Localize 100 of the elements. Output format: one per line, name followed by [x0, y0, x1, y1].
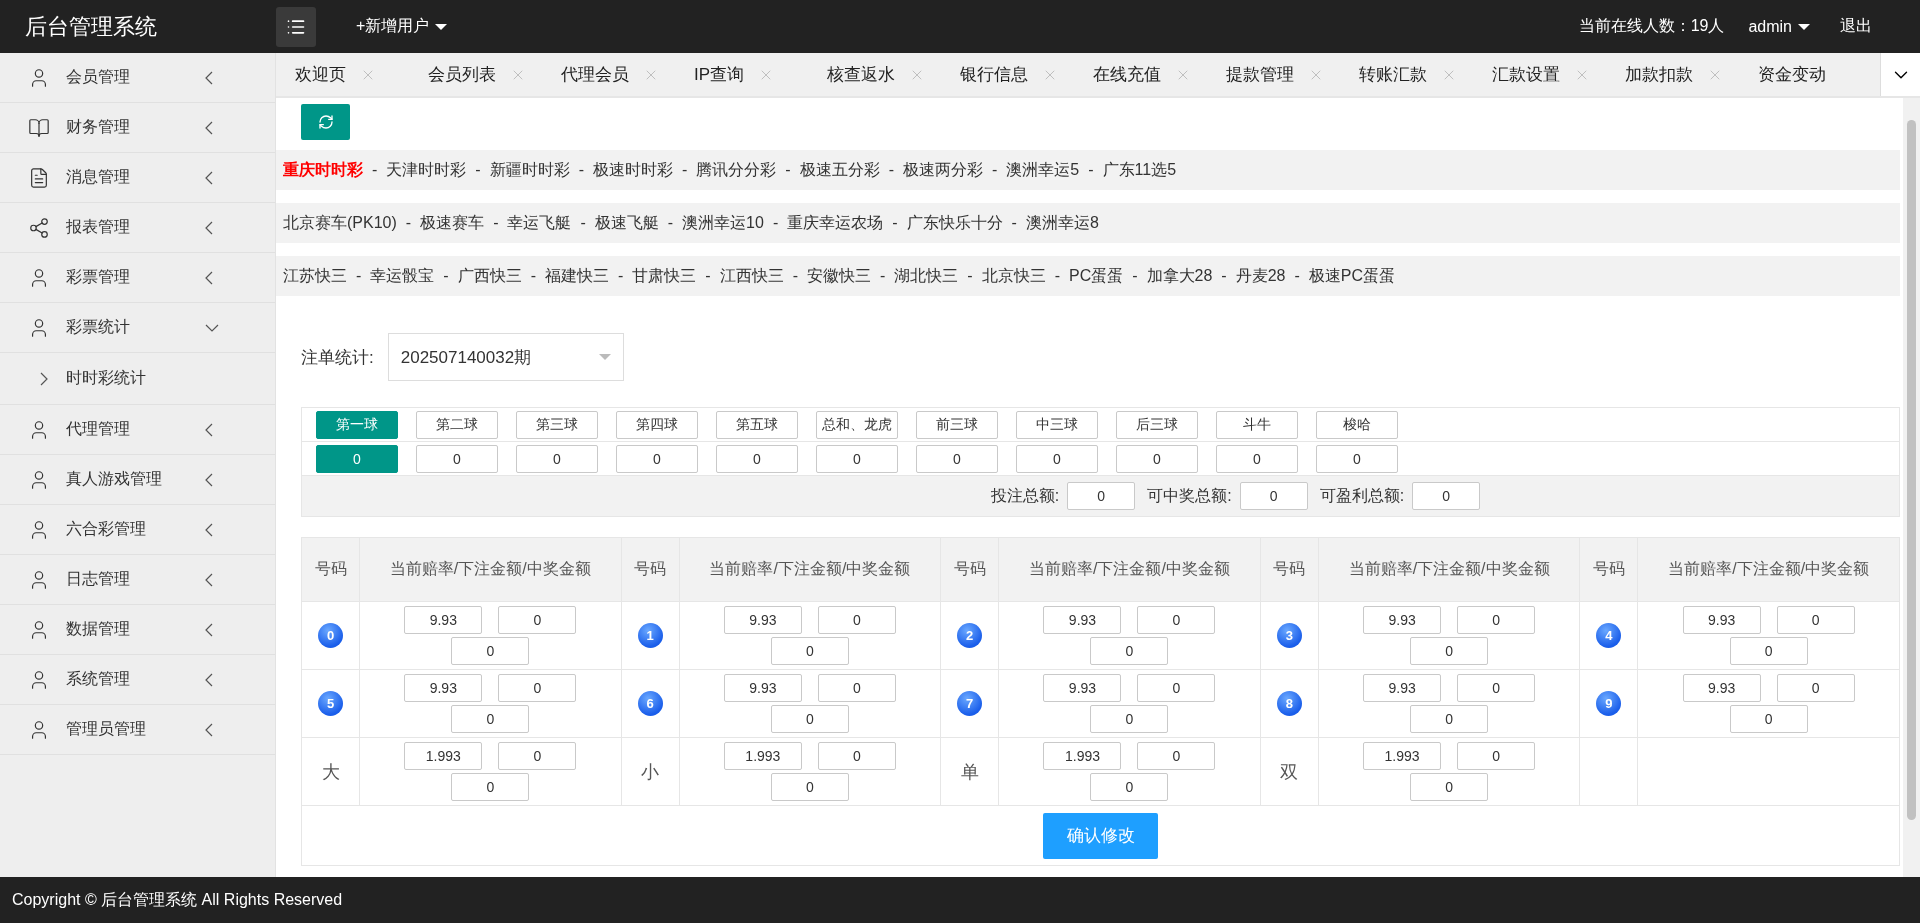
lottery-link[interactable]: 极速飞艇: [594, 212, 659, 234]
bet-field[interactable]: 0: [1457, 674, 1536, 702]
page-tab[interactable]: 提款管理: [1207, 53, 1340, 96]
menu-button[interactable]: [276, 6, 316, 47]
odds-field[interactable]: 9.93: [723, 606, 802, 634]
amount-field[interactable]: 0: [1116, 444, 1198, 473]
bet-field[interactable]: 0: [817, 742, 896, 770]
bet-field[interactable]: 0: [1776, 674, 1855, 702]
odds-field[interactable]: 9.93: [1682, 606, 1761, 634]
odds-field[interactable]: 9.93: [1682, 674, 1761, 702]
win-field[interactable]: 0: [1090, 637, 1169, 665]
lottery-link[interactable]: 幸运骰宝: [370, 265, 435, 287]
bet-field[interactable]: 0: [498, 674, 577, 702]
bet-field[interactable]: 0: [817, 606, 896, 634]
lottery-link[interactable]: 安徽快三: [806, 265, 871, 287]
total-field[interactable]: 0: [1239, 482, 1308, 510]
win-field[interactable]: 0: [770, 705, 849, 733]
bet-field[interactable]: 0: [1137, 674, 1216, 702]
sidebar-item[interactable]: 彩票统计: [0, 303, 275, 353]
ball-tab[interactable]: 后三球: [1116, 410, 1198, 439]
bet-field[interactable]: 0: [498, 606, 577, 634]
lottery-link[interactable]: 江苏快三: [283, 265, 347, 287]
win-field[interactable]: 0: [1410, 773, 1489, 801]
odds-field[interactable]: 1.993: [723, 742, 802, 770]
bet-field[interactable]: 0: [1776, 606, 1855, 634]
odds-field[interactable]: 9.93: [1043, 606, 1122, 634]
amount-field[interactable]: 0: [1016, 444, 1098, 473]
lottery-link[interactable]: 澳洲幸运8: [1025, 212, 1099, 234]
add-user-link[interactable]: +新增用户: [356, 16, 448, 37]
page-tab[interactable]: 银行信息: [941, 53, 1074, 96]
lottery-link[interactable]: 丹麦28: [1235, 265, 1286, 287]
lottery-link[interactable]: 北京快三: [981, 265, 1046, 287]
odds-field[interactable]: 1.993: [404, 742, 483, 770]
tabs-dropdown-button[interactable]: [1880, 53, 1920, 96]
amount-field[interactable]: 0: [1216, 444, 1298, 473]
total-field[interactable]: 0: [1412, 482, 1481, 510]
sidebar-item[interactable]: 六合彩管理: [0, 505, 275, 555]
odds-field[interactable]: 9.93: [404, 606, 483, 634]
ball-tab[interactable]: 第三球: [516, 410, 598, 439]
win-field[interactable]: 0: [1090, 705, 1169, 733]
odds-field[interactable]: 9.93: [723, 674, 802, 702]
ball-tab[interactable]: 梭哈: [1316, 410, 1398, 439]
amount-field[interactable]: 0: [516, 444, 598, 473]
page-tab[interactable]: 资金变动: [1739, 53, 1872, 96]
period-select[interactable]: 202507140032期: [387, 333, 624, 381]
lottery-link[interactable]: 重庆时时彩: [283, 159, 363, 181]
sidebar-item[interactable]: 代理管理: [0, 405, 275, 455]
page-tab[interactable]: 在线充值: [1074, 53, 1207, 96]
lottery-link[interactable]: 湖北快三: [894, 265, 959, 287]
win-field[interactable]: 0: [770, 637, 849, 665]
amount-field[interactable]: 0: [416, 444, 498, 473]
ball-tab[interactable]: 斗牛: [1216, 410, 1298, 439]
bet-field[interactable]: 0: [1457, 742, 1536, 770]
win-field[interactable]: 0: [1410, 637, 1489, 665]
lottery-link[interactable]: 极速两分彩: [902, 159, 983, 181]
logout-link[interactable]: 退出: [1840, 16, 1872, 37]
page-tab[interactable]: 会员列表: [409, 53, 542, 96]
win-field[interactable]: 0: [1090, 773, 1169, 801]
odds-field[interactable]: 9.93: [1043, 674, 1122, 702]
lottery-link[interactable]: 广西快三: [457, 265, 522, 287]
ball-tab[interactable]: 第二球: [416, 410, 498, 439]
lottery-link[interactable]: 极速PC蛋蛋: [1308, 265, 1395, 287]
page-tab[interactable]: IP查询: [675, 53, 808, 96]
win-field[interactable]: 0: [451, 705, 530, 733]
ball-tab[interactable]: 第一球: [316, 410, 398, 439]
user-menu[interactable]: admin: [1748, 17, 1810, 36]
lottery-link[interactable]: 天津时时彩: [386, 159, 467, 181]
page-tab[interactable]: 代理会员: [542, 53, 675, 96]
page-tab[interactable]: 欢迎页: [276, 53, 409, 96]
odds-field[interactable]: 9.93: [1363, 606, 1442, 634]
sidebar-item[interactable]: 报表管理: [0, 203, 275, 253]
lottery-link[interactable]: 新疆时时彩: [489, 159, 570, 181]
win-field[interactable]: 0: [451, 773, 530, 801]
lottery-link[interactable]: 广东11选5: [1102, 159, 1177, 181]
lottery-link[interactable]: 极速五分彩: [799, 159, 880, 181]
amount-field[interactable]: 0: [316, 444, 398, 473]
sidebar-item[interactable]: 财务管理: [0, 103, 275, 153]
page-tab[interactable]: 转账汇款: [1340, 53, 1473, 96]
win-field[interactable]: 0: [1410, 705, 1489, 733]
lottery-link[interactable]: 福建快三: [545, 265, 609, 287]
lottery-link[interactable]: 澳洲幸运5: [1006, 159, 1080, 181]
sidebar-item[interactable]: 彩票管理: [0, 253, 275, 303]
win-field[interactable]: 0: [451, 637, 530, 665]
lottery-link[interactable]: PC蛋蛋: [1068, 265, 1124, 287]
lottery-link[interactable]: 极速时时彩: [593, 159, 673, 181]
lottery-link[interactable]: 腾讯分分彩: [696, 159, 777, 181]
amount-field[interactable]: 0: [916, 444, 998, 473]
ball-tab[interactable]: 前三球: [916, 410, 998, 439]
odds-field[interactable]: 9.93: [404, 674, 483, 702]
scrollbar[interactable]: [1903, 98, 1920, 877]
win-field[interactable]: 0: [1729, 637, 1808, 665]
amount-field[interactable]: 0: [616, 444, 698, 473]
sidebar-item[interactable]: 系统管理: [0, 655, 275, 705]
ball-tab[interactable]: 第五球: [716, 410, 798, 439]
ball-tab[interactable]: 第四球: [616, 410, 698, 439]
amount-field[interactable]: 0: [816, 444, 898, 473]
amount-field[interactable]: 0: [716, 444, 798, 473]
sidebar-item[interactable]: 日志管理: [0, 555, 275, 605]
ball-tab[interactable]: 中三球: [1016, 410, 1098, 439]
lottery-link[interactable]: 加拿大28: [1146, 265, 1213, 287]
